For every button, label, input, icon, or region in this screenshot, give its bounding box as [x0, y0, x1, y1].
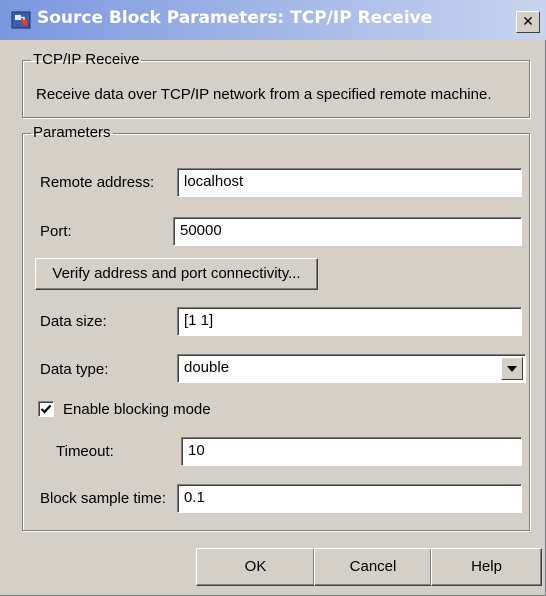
- chevron-down-icon[interactable]: [501, 357, 523, 380]
- window-title: Source Block Parameters: TCP/IP Receive: [37, 8, 433, 28]
- checkmark-icon: [40, 404, 52, 414]
- verify-connectivity-button[interactable]: Verify address and port connectivity...: [35, 258, 318, 290]
- remote-address-label: Remote address:: [40, 174, 155, 191]
- close-icon: ✕: [522, 14, 534, 30]
- remote-address-input[interactable]: localhost: [177, 168, 522, 197]
- simulink-block-icon: [11, 10, 31, 30]
- help-button[interactable]: Help: [431, 548, 542, 586]
- title-bar[interactable]: Source Block Parameters: TCP/IP Receive …: [0, 0, 546, 40]
- enable-blocking-checkbox[interactable]: [38, 401, 54, 417]
- timeout-input[interactable]: 10: [181, 437, 522, 466]
- close-button[interactable]: ✕: [516, 11, 540, 33]
- port-label: Port:: [40, 223, 72, 240]
- sample-time-input[interactable]: 0.1: [177, 484, 522, 513]
- data-size-input[interactable]: [1 1]: [177, 307, 522, 336]
- parameters-group-legend: Parameters: [33, 124, 111, 141]
- data-type-value: double: [184, 359, 230, 376]
- block-description: Receive data over TCP/IP network from a …: [36, 86, 492, 103]
- dialog-window: Source Block Parameters: TCP/IP Receive …: [0, 0, 546, 596]
- ok-button[interactable]: OK: [196, 548, 315, 586]
- block-group-legend: TCP/IP Receive: [33, 51, 140, 68]
- cancel-button[interactable]: Cancel: [314, 548, 432, 586]
- block-description-group: TCP/IP Receive: [22, 52, 530, 118]
- timeout-label: Timeout:: [56, 443, 114, 460]
- port-input[interactable]: 50000: [173, 217, 522, 246]
- data-type-dropdown[interactable]: double: [177, 354, 526, 383]
- data-size-label: Data size:: [40, 313, 107, 330]
- data-type-label: Data type:: [40, 361, 109, 378]
- sample-time-label: Block sample time:: [40, 490, 166, 507]
- enable-blocking-label[interactable]: Enable blocking mode: [63, 401, 211, 418]
